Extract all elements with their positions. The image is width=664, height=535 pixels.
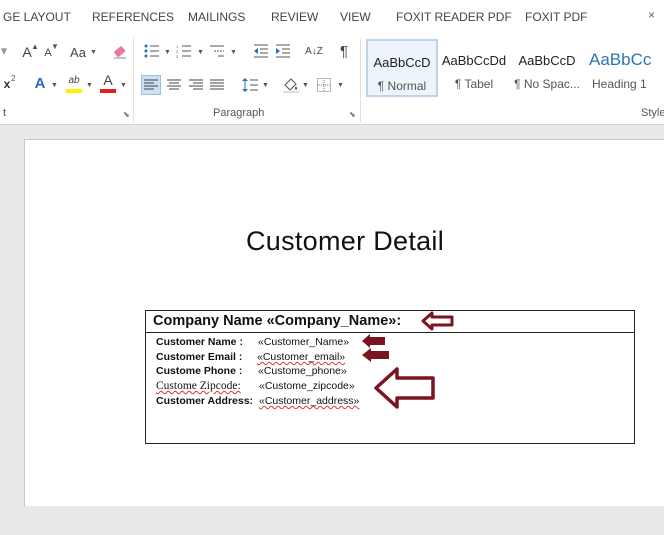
styles-gallery: AaBbCcD ¶ Normal AaBbCcDd ¶ Tabel AaBbCc… bbox=[366, 39, 664, 97]
decrease-indent-icon[interactable] bbox=[252, 43, 270, 59]
company-name-header: Company Name «Company_Name»: bbox=[153, 313, 402, 329]
highlight-icon[interactable]: ab bbox=[66, 72, 82, 88]
sort-icon[interactable]: A↓Z bbox=[305, 42, 323, 60]
field-label: Custome Zipcode: bbox=[156, 380, 241, 392]
justify-icon[interactable] bbox=[207, 75, 227, 95]
annotation-arrow-icon bbox=[362, 348, 389, 362]
align-left-icon[interactable] bbox=[141, 75, 161, 95]
align-center-icon[interactable] bbox=[164, 75, 184, 95]
font-color-icon[interactable]: A bbox=[100, 72, 116, 88]
table-row: Customer Address: «Customer_address» bbox=[156, 395, 359, 407]
clear-formatting-icon[interactable] bbox=[112, 43, 128, 60]
styles-group-label: Style bbox=[641, 107, 664, 119]
merge-field: «Custome_phone» bbox=[258, 365, 347, 377]
style-normal[interactable]: AaBbCcD ¶ Normal bbox=[366, 39, 438, 97]
document-title: Customer Detail bbox=[245, 226, 445, 256]
style-heading-1[interactable]: AaBbCc Heading 1 bbox=[584, 39, 664, 97]
align-right-icon[interactable] bbox=[186, 75, 206, 95]
field-label: Customer Address: bbox=[156, 395, 254, 407]
highlight-color-swatch bbox=[66, 89, 82, 93]
table-header-cell: Company Name «Company_Name»: bbox=[146, 311, 634, 333]
bullets-icon[interactable] bbox=[143, 43, 161, 59]
annotation-arrow-icon bbox=[421, 311, 454, 331]
line-spacing-icon[interactable] bbox=[240, 75, 260, 95]
document-page[interactable]: Customer Detail Company Name «Company_Na… bbox=[24, 139, 664, 506]
field-label: Custome Phone : bbox=[156, 365, 243, 377]
svg-text:3: 3 bbox=[176, 54, 179, 58]
tab-references[interactable]: REFERENCES bbox=[92, 10, 174, 24]
style-no-spacing[interactable]: AaBbCcD ¶ No Spac... bbox=[511, 39, 583, 97]
increase-indent-icon[interactable] bbox=[274, 43, 292, 59]
merge-field: «Customer_email» bbox=[257, 351, 346, 363]
font-size-dropdown-icon[interactable]: ▾ bbox=[0, 43, 8, 58]
field-label: Customer Name : bbox=[156, 336, 243, 348]
tab-foxit-pdf[interactable]: FOXIT PDF bbox=[525, 10, 587, 24]
multilevel-list-icon[interactable] bbox=[208, 43, 226, 59]
table-row: Custome Zipcode: «Custome_zipcode» bbox=[156, 380, 355, 392]
ribbon: ▾ A ▲ A ▼ Aa ▼ x 2 A ▼ ab ▼ A ▼ t ⬊ ▼ 12… bbox=[0, 34, 664, 125]
tab-view[interactable]: VIEW bbox=[340, 10, 371, 24]
tab-page-layout[interactable]: GE LAYOUT bbox=[3, 10, 71, 24]
table-row: Custome Phone : «Custome_phone» bbox=[156, 365, 347, 377]
tab-foxit-reader-pdf[interactable]: FOXIT READER PDF bbox=[396, 10, 512, 24]
font-dialog-launcher-icon[interactable]: ⬊ bbox=[123, 110, 130, 119]
shading-icon[interactable] bbox=[281, 75, 301, 95]
merge-field: «Customer_address» bbox=[259, 395, 360, 407]
change-case-icon[interactable]: Aa bbox=[68, 44, 88, 60]
paragraph-dialog-launcher-icon[interactable]: ⬊ bbox=[349, 110, 356, 119]
field-label: Customer Email : bbox=[156, 351, 243, 363]
table-row: Customer Name : «Customer_Name» bbox=[156, 336, 349, 348]
close-icon[interactable]: × bbox=[648, 8, 655, 22]
document-workspace: Customer Detail Company Name «Company_Na… bbox=[0, 125, 664, 535]
show-formatting-marks-icon[interactable]: ¶ bbox=[336, 42, 352, 60]
text-effects-icon[interactable]: A bbox=[32, 74, 48, 92]
merge-field: «Custome_zipcode» bbox=[259, 380, 355, 392]
tab-mailings[interactable]: MAILINGS bbox=[188, 10, 245, 24]
merge-field: «Customer_Name» bbox=[258, 336, 350, 348]
tab-review[interactable]: REVIEW bbox=[271, 10, 318, 24]
annotation-arrow-icon bbox=[374, 367, 435, 409]
borders-icon[interactable] bbox=[314, 75, 334, 95]
numbering-icon[interactable]: 123 bbox=[175, 43, 193, 59]
paragraph-group-label: Paragraph bbox=[213, 107, 265, 119]
font-color-swatch bbox=[100, 89, 116, 93]
ribbon-tab-bar: GE LAYOUT REFERENCES MAILINGS REVIEW VIE… bbox=[0, 0, 664, 34]
font-group-label-fragment: t bbox=[3, 107, 7, 119]
style-tabel[interactable]: AaBbCcDd ¶ Tabel bbox=[439, 39, 509, 97]
table-row: Customer Email : «Customer_email» bbox=[156, 351, 345, 363]
